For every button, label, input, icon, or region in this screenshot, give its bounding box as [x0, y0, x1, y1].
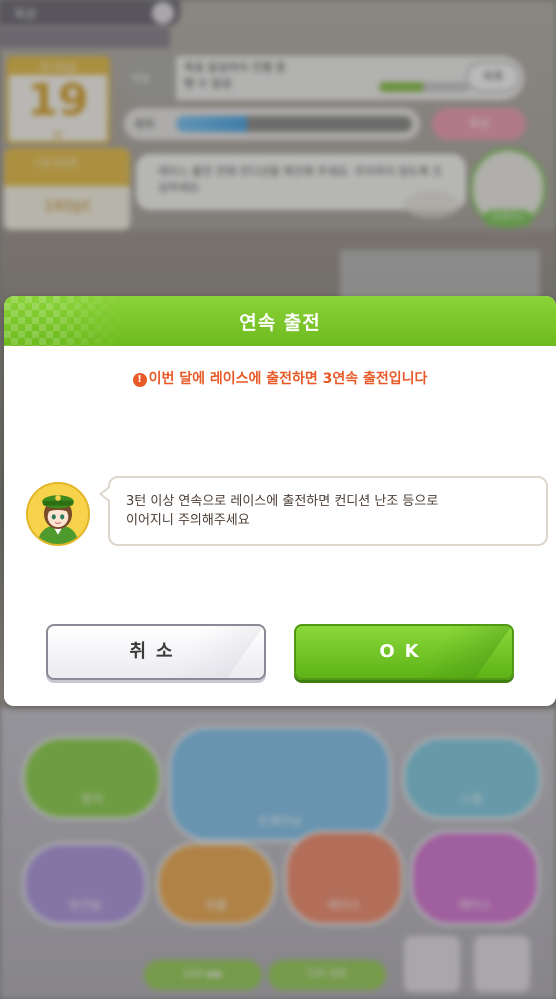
exclamation-circle-icon: !	[132, 373, 147, 387]
consecutive-race-dialog: 연속 출전 ! 이번 달에 레이스에 출전하면 3연속 출전입니다 3턴 이상 …	[4, 296, 556, 706]
dialog-header: 연속 출전	[4, 296, 556, 346]
hint-line1: 3턴 이상 연속으로 레이스에 출전하면 컨디션 난조 등으로	[126, 494, 439, 509]
dialog-title: 연속 출전	[239, 312, 321, 334]
cancel-button[interactable]: 취소	[46, 624, 266, 680]
character-portrait-icon	[26, 482, 90, 546]
warning-text: 이번 달에 레이스에 출전하면 3연속 출전입니다	[148, 371, 428, 387]
cancel-button-label: 취소	[129, 641, 183, 662]
dialog-body: ! 이번 달에 레이스에 출전하면 3연속 출전입니다 3턴 이상 연속으로 레이…	[4, 346, 556, 706]
ok-button[interactable]: OK	[294, 624, 514, 680]
hint-line2: 이어지니 주의해주세요	[126, 513, 250, 528]
character-portrait-svg	[28, 484, 88, 544]
ok-button-label: OK	[379, 641, 429, 662]
warning-message: ! 이번 달에 레이스에 출전하면 3연속 출전입니다	[4, 368, 556, 388]
hint-speech-bubble: 3턴 이상 연속으로 레이스에 출전하면 컨디션 난조 등으로 이어지니 주의해…	[99, 476, 548, 546]
